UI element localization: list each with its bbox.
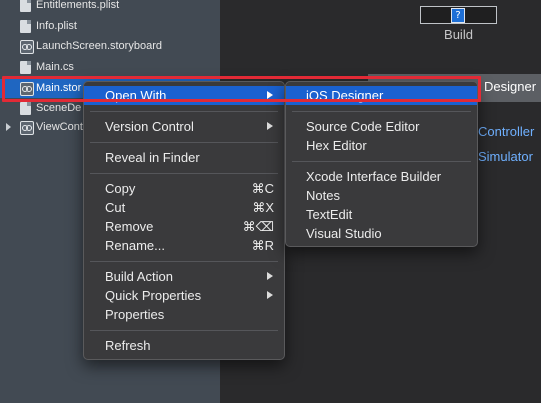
- tree-item-label: Info.plist: [36, 20, 77, 32]
- cs-file-icon: [20, 61, 31, 74]
- plist-file-icon: [20, 20, 31, 33]
- submenu-arrow-icon: [267, 291, 273, 299]
- menu-item-label: Reveal in Finder: [105, 150, 200, 165]
- menu-separator: [90, 173, 278, 174]
- menu-item-label: TextEdit: [306, 207, 353, 222]
- plist-file-icon: [20, 0, 31, 12]
- tree-item-label: ViewCont: [36, 121, 83, 133]
- submenu-item-notes[interactable]: Notes: [286, 186, 477, 205]
- menu-item-label: Visual Studio: [306, 226, 382, 241]
- menu-item-rename[interactable]: Rename... ⌘R: [84, 236, 284, 255]
- shortcut-label: ⌘R: [251, 238, 274, 253]
- context-menu: Open With Version Control Reveal in Find…: [83, 81, 285, 360]
- menu-item-label: Quick Properties: [105, 288, 202, 303]
- submenu-arrow-icon: [267, 122, 273, 130]
- tree-item-label: Main.cs: [36, 61, 74, 73]
- menu-item-label: Build Action: [105, 269, 173, 284]
- menu-item-label: Xcode Interface Builder: [306, 169, 442, 184]
- storyboard-file-icon: [20, 40, 34, 54]
- menu-separator: [90, 142, 278, 143]
- menu-item-remove[interactable]: Remove ⌘⌫: [84, 217, 284, 236]
- menu-item-quick-properties[interactable]: Quick Properties: [84, 286, 284, 305]
- menu-item-reveal-in-finder[interactable]: Reveal in Finder: [84, 148, 284, 167]
- designer-tab-label[interactable]: Designer: [484, 79, 536, 94]
- menu-item-cut[interactable]: Cut ⌘X: [84, 198, 284, 217]
- menu-item-properties[interactable]: Properties: [84, 305, 284, 324]
- menu-separator: [90, 261, 278, 262]
- cs-file-icon: [20, 102, 31, 115]
- open-with-submenu: iOS Designer Source Code Editor Hex Edit…: [285, 81, 478, 247]
- menu-item-label: Properties: [105, 307, 165, 322]
- submenu-item-textedit[interactable]: TextEdit: [286, 205, 477, 224]
- menu-item-label: Hex Editor: [306, 138, 367, 153]
- submenu-item-visual-studio[interactable]: Visual Studio: [286, 224, 477, 243]
- menu-separator: [292, 161, 471, 162]
- folder-icon: [20, 121, 34, 135]
- menu-item-copy[interactable]: Copy ⌘C: [84, 179, 284, 198]
- menu-item-build-action[interactable]: Build Action: [84, 267, 284, 286]
- menu-separator: [292, 111, 471, 112]
- submenu-item-xcode-interface-builder[interactable]: Xcode Interface Builder: [286, 167, 477, 186]
- menu-separator: [90, 330, 278, 331]
- menu-item-label: Version Control: [105, 119, 194, 134]
- disclosure-triangle-icon[interactable]: [6, 123, 11, 131]
- menu-item-version-control[interactable]: Version Control: [84, 117, 284, 136]
- submenu-item-hex-editor[interactable]: Hex Editor: [286, 136, 477, 155]
- menu-separator: [90, 111, 278, 112]
- controller-link[interactable]: Controller: [478, 124, 534, 139]
- menu-item-label: Copy: [105, 181, 136, 196]
- menu-item-label: Source Code Editor: [306, 119, 420, 134]
- menu-item-label: Rename...: [105, 238, 165, 253]
- menu-item-label: Cut: [105, 200, 126, 215]
- shortcut-label: ⌘⌫: [242, 219, 274, 234]
- build-label: Build: [444, 27, 473, 42]
- menu-item-label: Remove: [105, 219, 154, 234]
- menu-item-label: Notes: [306, 188, 340, 203]
- shortcut-label: ⌘C: [251, 181, 274, 196]
- tree-item-label: LaunchScreen.storyboard: [36, 40, 162, 52]
- highlight-annotation: [2, 76, 481, 102]
- menu-item-label: Refresh: [105, 338, 151, 353]
- shortcut-label: ⌘X: [252, 200, 274, 215]
- submenu-item-source-code-editor[interactable]: Source Code Editor: [286, 117, 477, 136]
- submenu-arrow-icon: [267, 272, 273, 280]
- tree-item-label: Entitlements.plist: [36, 0, 120, 11]
- simulator-link[interactable]: Simulator: [478, 149, 533, 164]
- menu-item-refresh[interactable]: Refresh: [84, 336, 284, 355]
- help-icon[interactable]: ?: [451, 8, 465, 23]
